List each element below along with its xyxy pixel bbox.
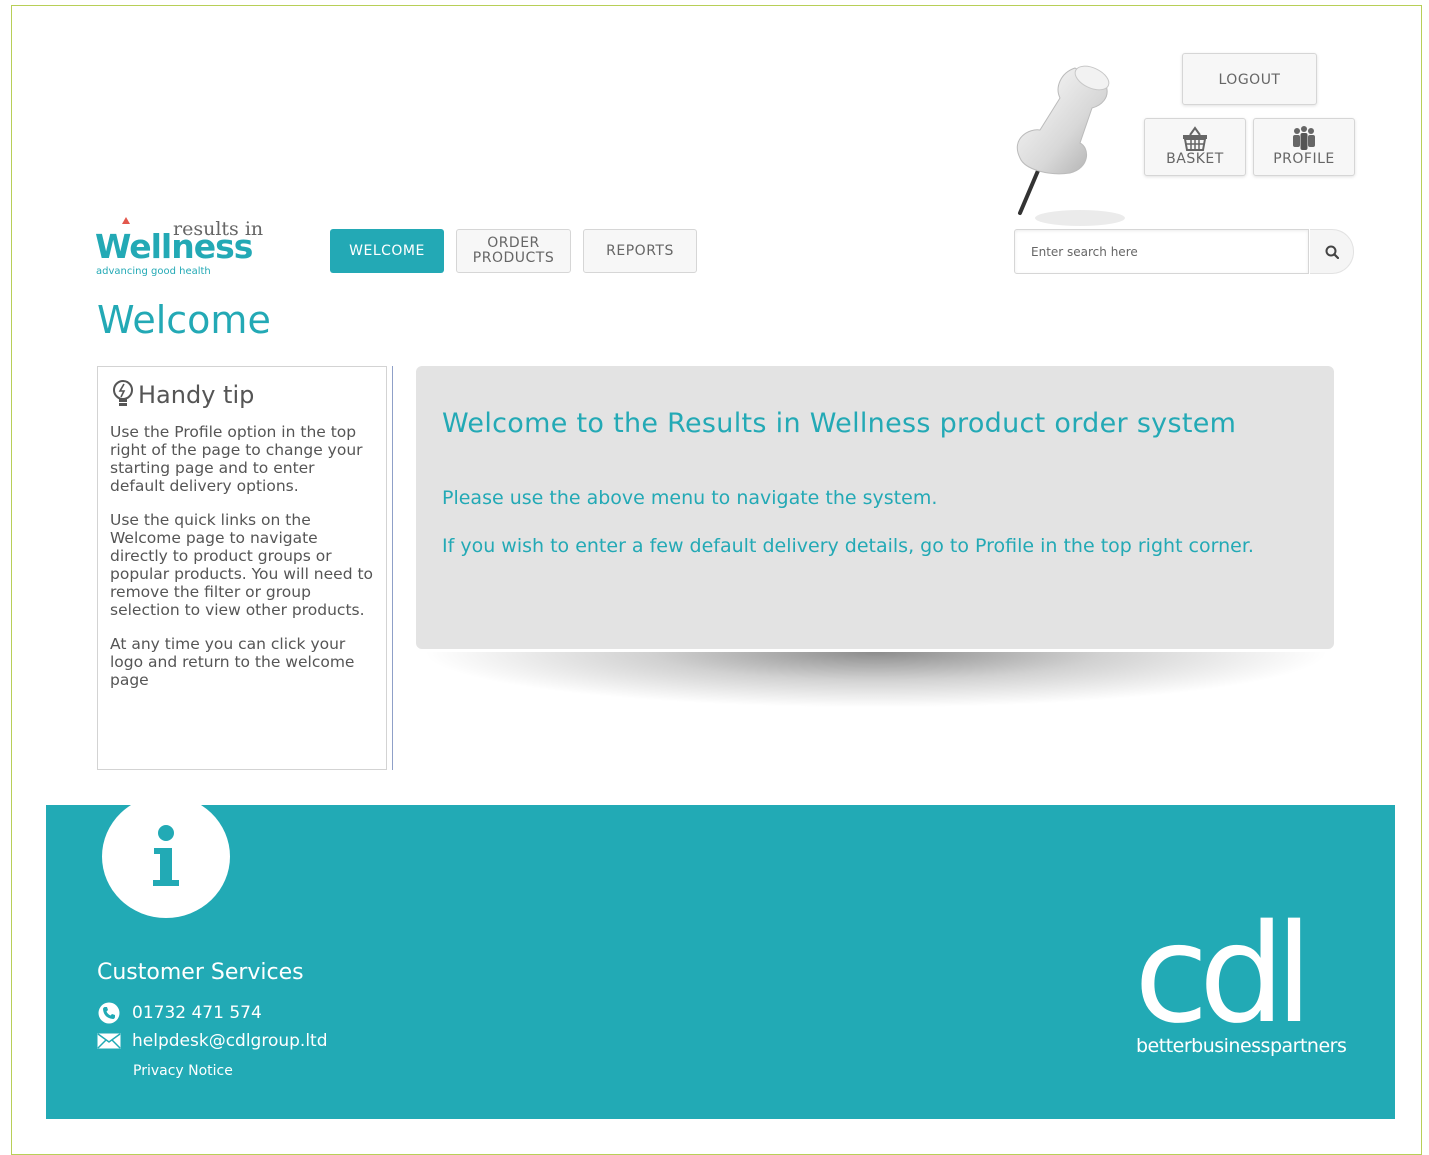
cdl-tagline: betterbusinesspartners [1136, 1035, 1347, 1057]
search-button[interactable] [1310, 229, 1354, 274]
profile-label: PROFILE [1273, 151, 1335, 167]
basket-icon [1183, 126, 1207, 151]
cdl-wordmark: cdl [1134, 896, 1303, 1054]
email-address: helpdesk@cdlgroup.ltd [132, 1031, 328, 1051]
customer-services-title: Customer Services [97, 960, 304, 985]
info-icon [153, 824, 179, 886]
basket-label: BASKET [1166, 151, 1224, 167]
profile-button[interactable]: PROFILE [1253, 118, 1355, 176]
tip-header: Handy tip [110, 379, 374, 411]
pushpin-image [1017, 65, 1125, 226]
envelope-icon [97, 1031, 121, 1051]
phone-number: 01732 471 574 [132, 1003, 262, 1023]
privacy-notice-link[interactable]: Privacy Notice [133, 1063, 233, 1079]
handy-tip-box: Handy tip Use the Profile option in the … [97, 366, 387, 770]
nav-reports[interactable]: REPORTS [583, 229, 697, 273]
tip-title: Handy tip [138, 381, 255, 409]
footer: Customer Services 01732 471 574 helpdesk… [46, 795, 1395, 1119]
logo-main-text: Wellness [95, 227, 253, 266]
tip-paragraph: At any time you can click your logo and … [110, 635, 355, 689]
welcome-text: Please use the above menu to navigate th… [442, 487, 938, 509]
people-icon [1293, 126, 1315, 150]
phone-icon [97, 1002, 121, 1024]
results-in-wellness-logo[interactable]: results in Wellness advancing good healt… [95, 212, 275, 278]
welcome-panel: Welcome to the Results in Wellness produ… [416, 366, 1334, 649]
email-line[interactable]: helpdesk@cdlgroup.ltd [97, 1031, 328, 1051]
phone-line[interactable]: 01732 471 574 [97, 1002, 262, 1024]
info-badge [102, 795, 230, 918]
search-input[interactable] [1014, 229, 1309, 274]
nav-order-label: ORDER PRODUCTS [472, 235, 555, 266]
lightbulb-icon [113, 380, 133, 406]
tip-divider [392, 366, 393, 770]
logo-tagline: advancing good health [96, 266, 211, 277]
nav-welcome[interactable]: WELCOME [330, 229, 444, 273]
tip-paragraph: Use the Profile option in the top right … [110, 423, 363, 495]
search-icon [1325, 245, 1339, 259]
tip-paragraph: Use the quick links on the Welcome page … [110, 511, 374, 619]
welcome-text: If you wish to enter a few default deliv… [442, 535, 1254, 557]
welcome-heading: Welcome to the Results in Wellness produ… [442, 408, 1237, 439]
logout-button[interactable]: LOGOUT [1182, 53, 1317, 105]
nav-order-products[interactable]: ORDER PRODUCTS [456, 229, 571, 273]
page-title: Welcome [97, 298, 271, 342]
basket-button[interactable]: BASKET [1144, 118, 1246, 176]
logo-triangle-icon [122, 217, 130, 224]
